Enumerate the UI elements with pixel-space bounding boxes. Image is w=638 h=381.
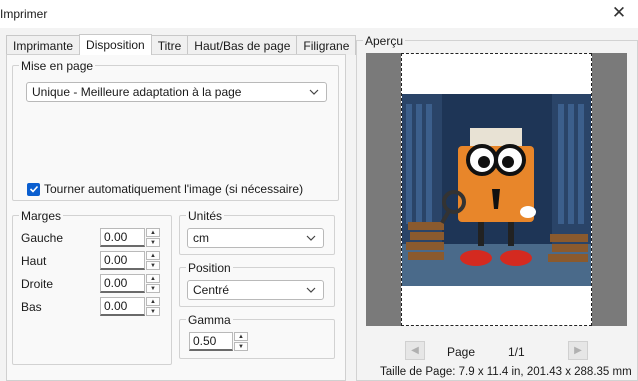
chevron-down-icon [309, 89, 319, 95]
tab-haut-bas-de-page[interactable]: Haut/Bas de page [187, 35, 298, 55]
spin-down-icon[interactable]: ▼ [146, 238, 160, 247]
position-legend: Position [186, 261, 233, 275]
units-select[interactable]: cm [187, 228, 324, 248]
chevron-down-icon [306, 287, 316, 293]
margin-right-input[interactable]: 0.00 [100, 274, 145, 293]
spin-up-icon[interactable]: ▲ [146, 228, 160, 237]
margin-right-value: 0.00 [104, 276, 128, 290]
checkmark-icon [29, 185, 38, 193]
position-select[interactable]: Centré [187, 280, 324, 300]
apercu-legend: Aperçu [363, 34, 406, 48]
spin-down-icon[interactable]: ▼ [146, 284, 160, 293]
tab-filigrane[interactable]: Filigrane [296, 35, 357, 55]
spin-down-icon[interactable]: ▼ [146, 261, 160, 270]
spin-up-icon[interactable]: ▲ [234, 332, 248, 341]
layout-mode-select[interactable]: Unique - Meilleure adaptation à la page [26, 82, 327, 102]
margin-bottom-input[interactable]: 0.00 [100, 297, 145, 316]
next-page-icon: ▶ [574, 345, 582, 356]
tab-strip: Imprimante Disposition Titre Haut/Bas de… [6, 34, 357, 55]
spin-up-icon[interactable]: ▲ [146, 297, 160, 306]
gamma-value: 0.50 [193, 334, 217, 348]
spin-down-icon[interactable]: ▼ [146, 307, 160, 316]
prev-page-icon: ◀ [411, 345, 419, 356]
margin-right-spinner[interactable]: ▲ ▼ [146, 274, 160, 293]
close-icon[interactable]: ✕ [608, 2, 630, 24]
window-title: Imprimer [0, 7, 48, 21]
tab-disposition[interactable]: Disposition [79, 34, 152, 55]
units-value: cm [193, 231, 209, 245]
margin-left-value: 0.00 [104, 230, 128, 244]
margin-left-label: Gauche [21, 231, 64, 245]
spin-up-icon[interactable]: ▲ [146, 251, 160, 260]
page-label: Page [447, 345, 476, 359]
margin-top-label: Haut [21, 254, 47, 268]
unites-legend: Unités [186, 209, 225, 223]
margin-top-value: 0.00 [104, 253, 128, 267]
tab-imprimante[interactable]: Imprimante [6, 35, 81, 55]
layout-mode-value: Unique - Meilleure adaptation à la page [32, 85, 242, 99]
margin-bottom-spinner[interactable]: ▲ ▼ [146, 297, 160, 316]
page-size-text: Taille de Page: 7.9 x 11.4 in, 201.43 x … [380, 366, 632, 378]
prev-page-button[interactable]: ◀ [405, 341, 425, 360]
marges-legend: Marges [19, 209, 64, 223]
gamma-input[interactable]: 0.50 [189, 332, 233, 351]
margin-left-spinner[interactable]: ▲ ▼ [146, 228, 160, 247]
mise-en-page-legend: Mise en page [19, 59, 96, 73]
gamma-legend: Gamma [186, 313, 233, 327]
page-count: 1/1 [508, 345, 525, 359]
preview-image [402, 94, 591, 286]
rotate-checkbox[interactable] [27, 182, 40, 196]
preview-page [401, 53, 592, 326]
next-page-button[interactable]: ▶ [568, 341, 588, 360]
rotate-checkbox-row[interactable]: Tourner automatiquement l'image (si néce… [27, 182, 303, 196]
margin-top-input[interactable]: 0.00 [100, 251, 145, 270]
margin-bottom-value: 0.00 [104, 299, 128, 313]
margin-bottom-label: Bas [21, 300, 42, 314]
spin-up-icon[interactable]: ▲ [146, 274, 160, 283]
margin-top-spinner[interactable]: ▲ ▼ [146, 251, 160, 270]
rotate-label: Tourner automatiquement l'image (si néce… [44, 182, 304, 196]
chevron-down-icon [306, 235, 316, 241]
position-value: Centré [193, 283, 230, 297]
spin-down-icon[interactable]: ▼ [234, 342, 248, 351]
margin-right-label: Droite [21, 277, 54, 291]
title-bar: Imprimer ✕ [0, 0, 638, 28]
gamma-spinner[interactable]: ▲ ▼ [234, 332, 248, 351]
margin-left-input[interactable]: 0.00 [100, 228, 145, 247]
tab-titre[interactable]: Titre [150, 35, 189, 55]
